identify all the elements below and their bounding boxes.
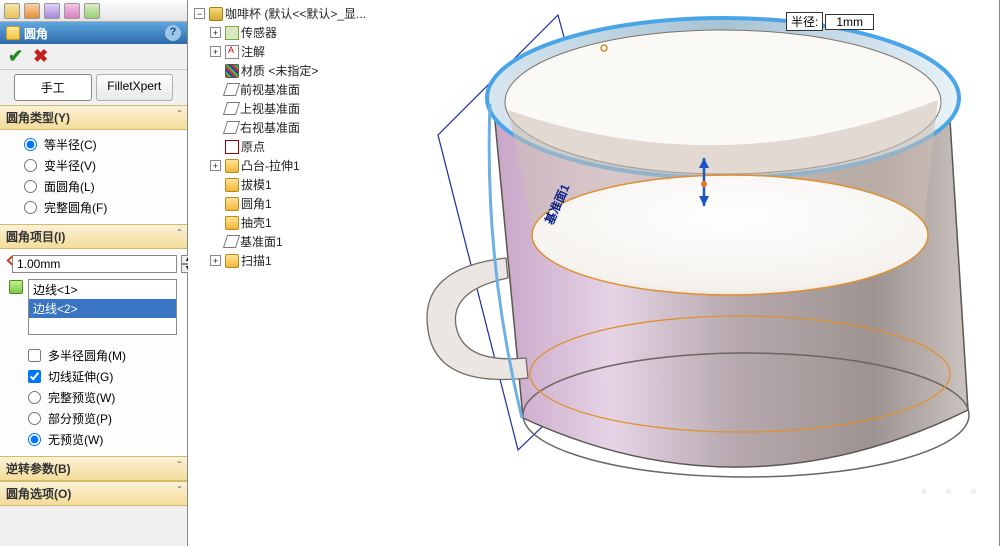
chevron-up-icon: ˆ bbox=[178, 229, 181, 240]
radius-input[interactable] bbox=[12, 255, 177, 273]
panel-toolbar bbox=[0, 0, 187, 22]
radio-face-fillet[interactable]: 面圆角(L) bbox=[24, 176, 177, 197]
sensor-icon bbox=[225, 26, 239, 40]
radio-equal-radius[interactable]: 等半径(C) bbox=[24, 134, 177, 155]
radius-callout-value[interactable]: 1mm bbox=[825, 14, 874, 30]
watermark: · · · bbox=[919, 473, 982, 512]
plane-icon bbox=[223, 102, 240, 115]
tree-node-boss-extrude[interactable]: +凸台-拉伸1 bbox=[194, 156, 366, 175]
edge-selection-icon bbox=[8, 279, 24, 295]
edge-selection-list[interactable]: 边线<1> 边线<2> bbox=[28, 279, 177, 335]
radio-full-fillet[interactable]: 完整圆角(F) bbox=[24, 197, 177, 218]
expand-icon[interactable]: + bbox=[210, 46, 221, 57]
origin-icon bbox=[225, 140, 239, 154]
radio-full-preview[interactable]: 完整预览(W) bbox=[8, 387, 177, 408]
panel-title: 圆角 bbox=[24, 25, 48, 42]
radio-no-preview[interactable]: 无预览(W) bbox=[8, 429, 177, 450]
fillet-type-body: 等半径(C) 变半径(V) 面圆角(L) 完整圆角(F) bbox=[0, 130, 187, 224]
sweep-icon bbox=[225, 254, 239, 268]
chevron-up-icon: ˆ bbox=[178, 110, 181, 121]
extrude-icon bbox=[225, 159, 239, 173]
tree-node-plane-top[interactable]: 上视基准面 bbox=[194, 99, 366, 118]
display-icon[interactable] bbox=[44, 3, 60, 19]
tree-node-plane-right[interactable]: 右视基准面 bbox=[194, 118, 366, 137]
tree-node-draft[interactable]: 拔模1 bbox=[194, 175, 366, 194]
check-tangent-propagation[interactable]: 切线延伸(G) bbox=[8, 366, 177, 387]
draft-icon bbox=[225, 178, 239, 192]
tree-root[interactable]: − 咖啡杯 (默认<<默认>_显... bbox=[194, 4, 366, 23]
feature-icon[interactable] bbox=[4, 3, 20, 19]
chevron-down-icon: ˇ bbox=[178, 461, 181, 472]
tree-node-sensor[interactable]: +传感器 bbox=[194, 23, 366, 42]
fillet-feature-icon bbox=[6, 26, 20, 40]
confirm-bar: ✔ ✖ bbox=[0, 44, 187, 70]
expand-icon[interactable]: + bbox=[210, 255, 221, 266]
list-item[interactable]: 边线<2> bbox=[29, 299, 176, 318]
chevron-down-icon: ˇ bbox=[178, 486, 181, 497]
list-item[interactable]: 边线<1> bbox=[29, 280, 176, 299]
feature-tree[interactable]: − 咖啡杯 (默认<<默认>_显... +传感器 +注解 材质 <未指定> 前视… bbox=[188, 0, 372, 274]
appearance-icon[interactable] bbox=[64, 3, 80, 19]
tree-node-sweep[interactable]: +扫描1 bbox=[194, 251, 366, 270]
plane-icon bbox=[223, 235, 240, 248]
radius-callout[interactable]: 半径: 1mm bbox=[786, 12, 874, 31]
tree-node-material[interactable]: 材质 <未指定> bbox=[194, 61, 366, 80]
material-icon bbox=[225, 64, 239, 78]
expand-icon[interactable]: + bbox=[210, 160, 221, 171]
panel-title-bar: 圆角 ? bbox=[0, 22, 187, 44]
part-icon bbox=[209, 7, 223, 21]
tree-node-origin[interactable]: 原点 bbox=[194, 137, 366, 156]
tree-node-annot[interactable]: +注解 bbox=[194, 42, 366, 61]
collapse-icon[interactable]: − bbox=[194, 8, 205, 19]
tab-filletxpert[interactable]: FilletXpert bbox=[96, 74, 174, 101]
check-multi-radius[interactable]: 多半径圆角(M) bbox=[8, 345, 177, 366]
radio-var-radius[interactable]: 变半径(V) bbox=[24, 155, 177, 176]
section-fillet-options[interactable]: 圆角选项(O)ˇ bbox=[0, 481, 187, 506]
mode-tabs: 手工 FilletXpert bbox=[0, 70, 187, 105]
plane-icon bbox=[223, 83, 240, 96]
expand-icon[interactable]: + bbox=[210, 27, 221, 38]
fillet-items-body: ▲ ▼ 边线<1> 边线<2> 多半径圆角(M) 切线延伸(G) 完整预览(W)… bbox=[0, 249, 187, 456]
tab-manual[interactable]: 手工 bbox=[14, 74, 92, 101]
decal-icon[interactable] bbox=[84, 3, 100, 19]
section-fillet-items[interactable]: 圆角项目(I)ˆ bbox=[0, 224, 187, 249]
annotation-icon bbox=[225, 45, 239, 59]
property-manager: 圆角 ? ✔ ✖ 手工 FilletXpert 圆角类型(Y)ˆ 等半径(C) … bbox=[0, 0, 188, 546]
help-button[interactable]: ? bbox=[165, 25, 181, 41]
radio-partial-preview[interactable]: 部分预览(P) bbox=[8, 408, 177, 429]
graphics-area: 半径: 1mm 基准面1 · · · − 咖啡杯 (默认<<默认>_显... +… bbox=[188, 0, 1000, 546]
tree-node-fillet[interactable]: 圆角1 bbox=[194, 194, 366, 213]
fillet-icon bbox=[225, 197, 239, 211]
config-icon[interactable] bbox=[24, 3, 40, 19]
ok-button[interactable]: ✔ bbox=[8, 46, 23, 67]
radius-callout-label: 半径: bbox=[786, 12, 823, 31]
plane-icon bbox=[223, 121, 240, 134]
section-fillet-type[interactable]: 圆角类型(Y)ˆ bbox=[0, 105, 187, 130]
tree-node-shell[interactable]: 抽壳1 bbox=[194, 213, 366, 232]
section-reverse-params[interactable]: 逆转参数(B)ˇ bbox=[0, 456, 187, 481]
shell-icon bbox=[225, 216, 239, 230]
tree-node-plane-front[interactable]: 前视基准面 bbox=[194, 80, 366, 99]
cancel-button[interactable]: ✖ bbox=[33, 46, 48, 67]
tree-node-refplane[interactable]: 基准面1 bbox=[194, 232, 366, 251]
